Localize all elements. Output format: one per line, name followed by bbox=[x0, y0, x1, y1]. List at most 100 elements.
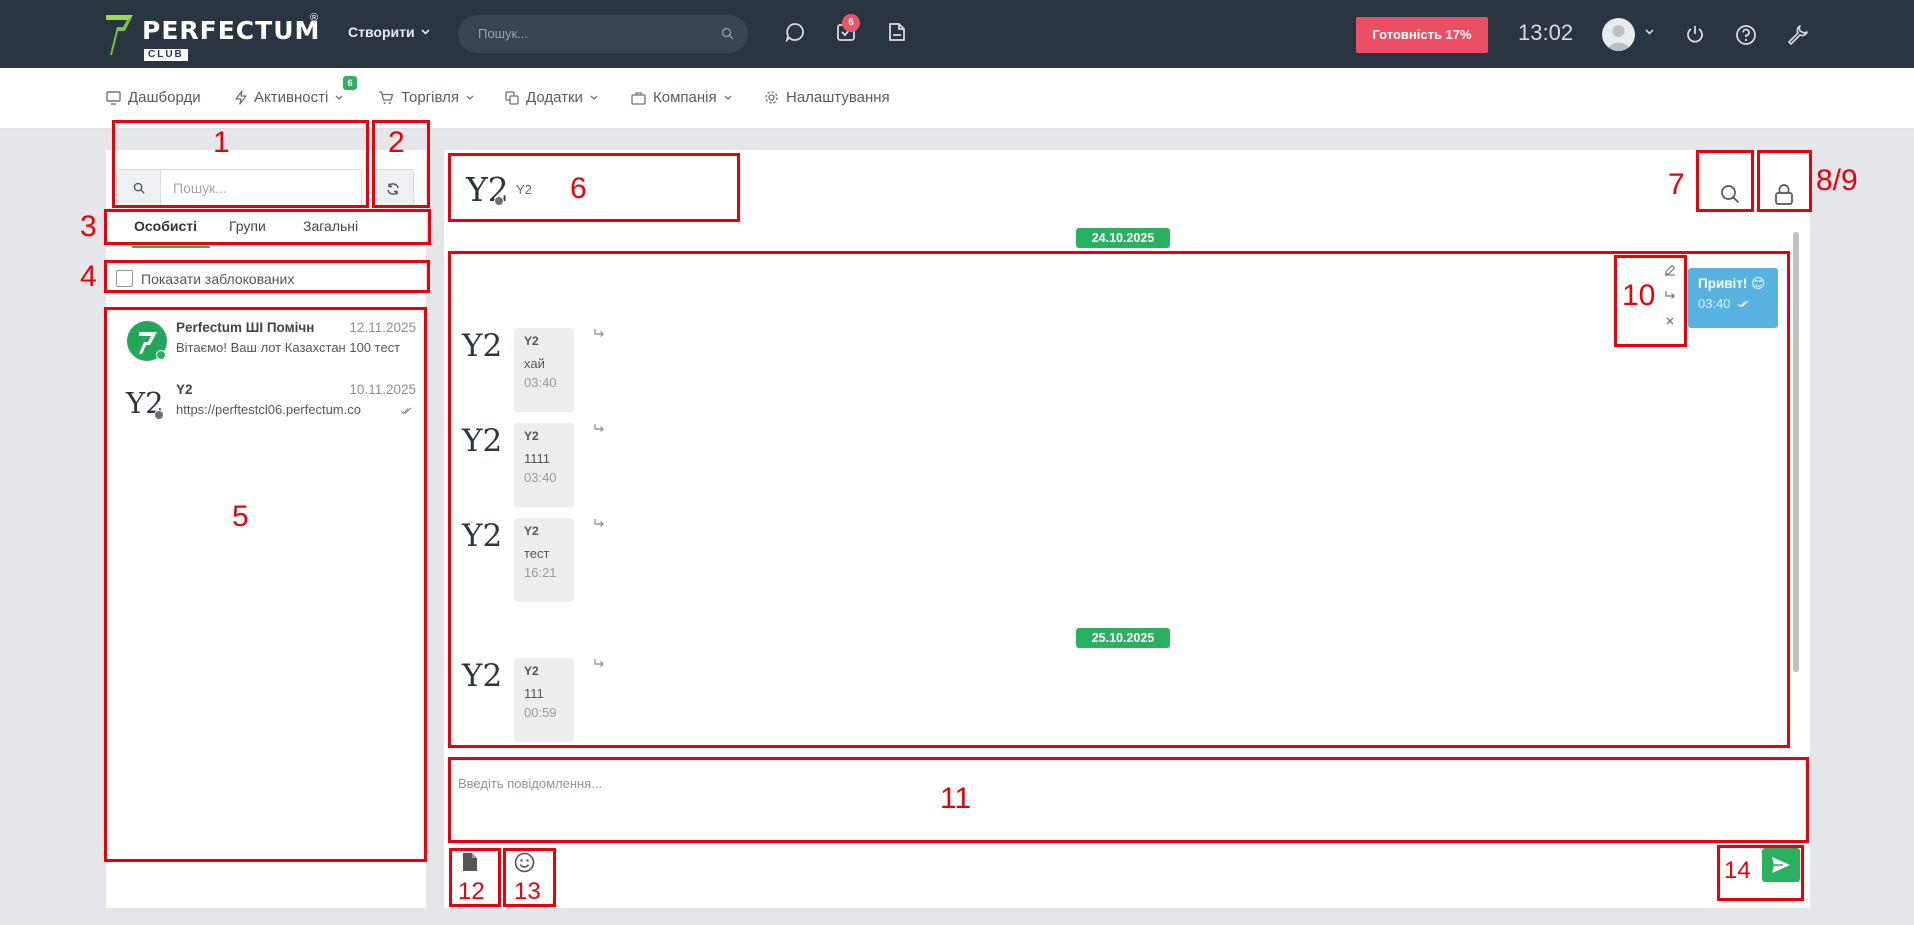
contact-preview: https://perftestcl06.perfectum.co bbox=[176, 402, 361, 417]
menu-item-label: Додатки bbox=[526, 89, 583, 106]
smile-icon bbox=[514, 852, 535, 873]
refresh-icon bbox=[387, 183, 399, 195]
online-status-dot bbox=[156, 350, 166, 360]
show-blocked-checkbox[interactable]: Показати заблокованих bbox=[116, 270, 294, 287]
menu-item-label: Дашборди bbox=[128, 89, 201, 106]
menu-item-dashboards[interactable]: Дашборди bbox=[106, 89, 201, 106]
help-icon[interactable] bbox=[1735, 24, 1757, 46]
contact-name: Y2 bbox=[176, 382, 193, 397]
logo-wordmark: PERFECTUM bbox=[142, 16, 321, 45]
message-time: 00:59 bbox=[524, 705, 557, 720]
contacts-search-input[interactable] bbox=[173, 180, 353, 196]
message-time: 03:40 bbox=[524, 375, 557, 390]
power-icon[interactable] bbox=[1685, 24, 1705, 44]
perfectum-logo[interactable]: PERFECTUM CLUB ® bbox=[106, 12, 320, 62]
show-blocked-label: Показати заблокованих bbox=[141, 270, 295, 287]
message-sender: Y2 bbox=[524, 429, 539, 443]
active-tab-indicator bbox=[132, 246, 210, 248]
message-text: Привіт! 😊 bbox=[1698, 276, 1766, 291]
emoji-button[interactable] bbox=[514, 852, 535, 873]
message-bubble[interactable]: Y2 хай 03:40 bbox=[514, 328, 574, 412]
message-input[interactable] bbox=[448, 760, 1806, 840]
checkbox-box[interactable] bbox=[116, 270, 133, 287]
menu-item-company[interactable]: Компанія bbox=[631, 89, 732, 106]
chat-panel: Y2 Y2 24.10.2025 Привіт! 😊 03:40 Y2 Y2 х… bbox=[444, 150, 1810, 908]
menu-item-settings[interactable]: Налаштування bbox=[764, 89, 890, 106]
menu-item-trade[interactable]: Торгівля bbox=[378, 89, 474, 106]
annotation-label: 3 bbox=[80, 210, 97, 243]
message-sender: Y2 bbox=[524, 664, 539, 678]
message-bubble[interactable]: Y2 тест 16:21 bbox=[514, 518, 574, 602]
create-dropdown-button[interactable]: Створити bbox=[348, 24, 430, 40]
message-bubble[interactable]: Y2 111 00:59 bbox=[514, 658, 574, 742]
monitor-icon bbox=[106, 90, 121, 105]
menu-item-addons[interactable]: Додатки bbox=[505, 89, 598, 106]
contact-avatar bbox=[126, 320, 168, 362]
message-time-row: 03:40 bbox=[1698, 296, 1768, 311]
search-addon bbox=[117, 170, 161, 206]
chevron-down-icon bbox=[420, 29, 430, 35]
gear-icon bbox=[765, 91, 778, 104]
contact-name: Perfectum ШІ Помічн bbox=[176, 320, 315, 335]
contact-date: 12.11.2025 bbox=[349, 320, 416, 335]
contacts-search bbox=[116, 169, 362, 207]
top-navbar: PERFECTUM CLUB ® Створити 6 Готовність 1… bbox=[0, 0, 1914, 68]
contact-avatar: Y2 bbox=[126, 382, 168, 424]
user-avatar[interactable] bbox=[1602, 18, 1635, 51]
readiness-button[interactable]: Готовність 17% bbox=[1356, 17, 1488, 53]
global-search-input[interactable] bbox=[478, 26, 698, 41]
reply-icon[interactable] bbox=[593, 328, 605, 338]
send-icon bbox=[1772, 857, 1790, 873]
main-menu: Дашборди Активності 6 Торгівля Додатки К… bbox=[0, 68, 1914, 129]
scroll-thumb[interactable] bbox=[1793, 232, 1799, 672]
tab-groups[interactable]: Групи bbox=[229, 218, 266, 234]
search-icon bbox=[133, 182, 145, 194]
message-bubble[interactable]: Y2 1111 03:40 bbox=[514, 423, 574, 507]
chat-icon[interactable] bbox=[785, 22, 805, 42]
menu-item-label: Активності bbox=[254, 89, 329, 106]
message-text: тест bbox=[524, 546, 550, 561]
tab-general[interactable]: Загальні bbox=[303, 218, 358, 234]
chevron-down-icon bbox=[590, 95, 598, 100]
chevron-down-icon[interactable] bbox=[1645, 29, 1654, 35]
lock-icon bbox=[1775, 184, 1793, 205]
activities-badge: 6 bbox=[343, 76, 357, 90]
message-sender: Y2 bbox=[524, 334, 539, 348]
block-user-button[interactable] bbox=[1762, 172, 1806, 216]
message-avatar: Y2 bbox=[462, 328, 503, 364]
reply-icon[interactable] bbox=[1664, 290, 1676, 300]
notes-icon[interactable] bbox=[887, 22, 907, 42]
menu-item-label: Торгівля bbox=[401, 89, 459, 106]
send-button[interactable] bbox=[1762, 848, 1800, 882]
message-avatar: Y2 bbox=[462, 423, 503, 459]
logo-club: CLUB bbox=[144, 49, 188, 61]
close-icon[interactable] bbox=[1665, 316, 1675, 326]
message-time: 03:40 bbox=[1698, 296, 1731, 311]
cart-icon bbox=[379, 90, 394, 104]
reply-icon[interactable] bbox=[593, 423, 605, 433]
tab-personal[interactable]: Особисті bbox=[134, 218, 197, 234]
double-check-icon bbox=[1737, 300, 1748, 307]
copy-icon bbox=[505, 90, 519, 105]
outgoing-message[interactable]: Привіт! 😊 03:40 bbox=[1688, 268, 1778, 328]
chevron-down-icon bbox=[466, 95, 474, 100]
attach-file-button[interactable] bbox=[462, 852, 478, 872]
contact-item[interactable]: Perfectum ШІ Помічн 12.11.2025 Вітаємо! … bbox=[126, 320, 416, 366]
reply-icon[interactable] bbox=[593, 518, 605, 528]
search-icon[interactable] bbox=[721, 27, 734, 40]
chat-scrollbar[interactable] bbox=[1790, 218, 1802, 748]
wrench-icon[interactable] bbox=[1786, 24, 1808, 46]
contact-date: 10.11.2025 bbox=[349, 382, 416, 397]
message-text: хай bbox=[524, 356, 545, 371]
chat-search-button[interactable] bbox=[1708, 172, 1752, 216]
chevron-down-icon bbox=[724, 95, 732, 100]
menu-item-activities[interactable]: Активності bbox=[235, 89, 343, 106]
message-avatar: Y2 bbox=[462, 518, 503, 554]
edit-icon[interactable] bbox=[1664, 264, 1676, 276]
message-time: 16:21 bbox=[524, 565, 557, 580]
refresh-button[interactable] bbox=[372, 169, 414, 207]
reply-icon[interactable] bbox=[593, 658, 605, 668]
menu-item-label: Налаштування bbox=[786, 89, 890, 106]
contact-item[interactable]: Y2 Y2 10.11.2025 https://perftestcl06.pe… bbox=[126, 382, 416, 428]
chevron-down-icon bbox=[335, 95, 343, 100]
